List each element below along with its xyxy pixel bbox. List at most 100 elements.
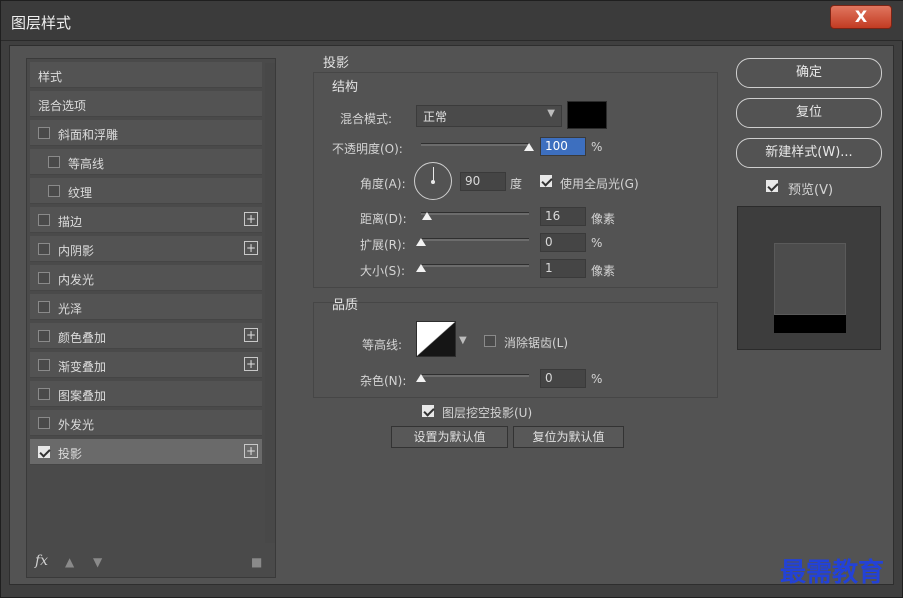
spread-slider[interactable] — [416, 238, 529, 246]
size-label: 大小(S): — [360, 264, 406, 278]
close-button[interactable]: X — [830, 5, 892, 29]
style-item-checkbox[interactable] — [38, 272, 50, 284]
antialias-label: 消除锯齿(L) — [504, 336, 569, 350]
use-global-light-checkbox[interactable] — [540, 175, 552, 187]
size-slider-thumb[interactable] — [416, 264, 426, 272]
set-default-button[interactable]: 设置为默认值 — [391, 426, 508, 448]
style-item-checkbox[interactable] — [38, 388, 50, 400]
style-item-checkbox[interactable] — [38, 127, 50, 139]
add-effect-plus-icon[interactable]: + — [244, 328, 258, 342]
add-effect-plus-icon[interactable]: + — [244, 212, 258, 226]
spread-label: 扩展(R): — [360, 238, 406, 252]
style-item-checkbox[interactable] — [48, 156, 60, 168]
angle-dial-center — [431, 180, 435, 184]
style-item-checkbox[interactable] — [38, 446, 50, 458]
style-item-label: 内阴影 — [58, 244, 95, 258]
style-item-checkbox[interactable] — [38, 359, 50, 371]
style-item-13[interactable]: 投影 + — [30, 439, 262, 465]
move-down-icon[interactable]: ▼ — [93, 555, 102, 569]
style-item-9[interactable]: 颜色叠加 + — [30, 323, 262, 349]
dialog-title: 图层样式 — [11, 14, 72, 32]
distance-slider-thumb[interactable] — [422, 212, 433, 220]
style-item-label: 外发光 — [58, 418, 95, 432]
add-effect-plus-icon[interactable]: + — [244, 241, 258, 255]
style-item-5[interactable]: 描边 + — [30, 207, 262, 233]
ok-button[interactable]: 确定 — [736, 58, 882, 88]
reset-button[interactable]: 复位 — [736, 98, 882, 128]
add-effect-plus-icon[interactable]: + — [244, 444, 258, 458]
style-item-2[interactable]: 斜面和浮雕 — [30, 120, 262, 146]
shadow-color-swatch[interactable] — [567, 101, 607, 129]
layer-knockout-label: 图层挖空投影(U) — [442, 406, 533, 420]
quality-title: 品质 — [332, 298, 359, 313]
distance-input[interactable]: 16 — [540, 207, 586, 226]
size-input[interactable]: 1 — [540, 259, 586, 278]
blend-mode-select[interactable]: 正常 ▼ — [416, 105, 562, 127]
style-item-label: 等高线 — [68, 157, 105, 171]
distance-slider[interactable] — [421, 212, 529, 220]
distance-label: 距离(D): — [360, 212, 407, 226]
style-item-checkbox[interactable] — [38, 243, 50, 255]
trash-icon[interactable]: ■ — [251, 555, 262, 569]
reset-default-button[interactable]: 复位为默认值 — [513, 426, 624, 448]
new-style-button[interactable]: 新建样式(W)... — [736, 138, 882, 168]
preview-label: 预览(V) — [788, 183, 834, 198]
style-item-label: 光泽 — [58, 302, 83, 316]
dialog-content: 样式混合选项斜面和浮雕等高线纹理描边 + 内阴影 + 内发光光泽颜色叠加 + 渐变叠加 + 图案… — [9, 45, 894, 585]
contour-label: 等高线: — [362, 338, 403, 352]
preview-checkbox[interactable] — [766, 180, 778, 192]
preview-swatch — [774, 243, 846, 315]
style-item-1[interactable]: 混合选项 — [30, 91, 262, 117]
chevron-down-icon: ▼ — [547, 108, 555, 119]
layer-style-dialog: 图层样式 X 样式混合选项斜面和浮雕等高线纹理描边 + 内阴影 + 内发光光泽颜色叠加 +… — [0, 0, 903, 598]
contour-chevron-down-icon[interactable]: ▼ — [459, 335, 467, 346]
opacity-label: 不透明度(O): — [332, 142, 403, 156]
angle-input[interactable]: 90 — [460, 172, 506, 191]
noise-slider-thumb[interactable] — [416, 374, 426, 382]
contour-picker[interactable] — [416, 321, 456, 357]
drop-shadow-title: 投影 — [323, 56, 350, 71]
style-item-checkbox[interactable] — [38, 214, 50, 226]
style-item-label: 混合选项 — [38, 99, 87, 113]
add-effect-plus-icon[interactable]: + — [244, 357, 258, 371]
styles-scrollbar[interactable] — [265, 63, 275, 543]
opacity-input[interactable]: 100 — [540, 137, 586, 156]
layer-knockout-checkbox[interactable] — [422, 405, 434, 417]
style-item-10[interactable]: 渐变叠加 + — [30, 352, 262, 378]
fx-menu-button[interactable]: fx — [35, 553, 48, 569]
style-item-label: 投影 — [58, 447, 83, 461]
spread-slider-thumb[interactable] — [416, 238, 426, 246]
style-item-4[interactable]: 纹理 — [30, 178, 262, 204]
opacity-slider[interactable] — [421, 143, 534, 151]
style-item-label: 内发光 — [58, 273, 95, 287]
noise-input[interactable]: 0 — [540, 369, 586, 388]
spread-input[interactable]: 0 — [540, 233, 586, 252]
style-item-checkbox[interactable] — [38, 330, 50, 342]
noise-slider[interactable] — [416, 374, 529, 382]
style-item-3[interactable]: 等高线 — [30, 149, 262, 175]
style-preview — [737, 206, 881, 350]
angle-unit: 度 — [510, 177, 523, 191]
move-up-icon[interactable]: ▲ — [65, 555, 74, 569]
style-item-11[interactable]: 图案叠加 — [30, 381, 262, 407]
angle-dial[interactable] — [414, 162, 452, 200]
style-item-label: 描边 — [58, 215, 83, 229]
style-item-checkbox[interactable] — [38, 301, 50, 313]
style-item-0[interactable]: 样式 — [30, 62, 262, 88]
style-item-12[interactable]: 外发光 — [30, 410, 262, 436]
antialias-checkbox[interactable] — [484, 335, 496, 347]
style-item-7[interactable]: 内发光 — [30, 265, 262, 291]
distance-unit: 像素 — [591, 212, 616, 226]
style-item-label: 样式 — [38, 70, 63, 84]
style-item-checkbox[interactable] — [38, 417, 50, 429]
size-slider[interactable] — [416, 264, 529, 272]
style-item-label: 渐变叠加 — [58, 360, 107, 374]
style-item-checkbox[interactable] — [48, 185, 60, 197]
style-item-6[interactable]: 内阴影 + — [30, 236, 262, 262]
opacity-unit: % — [591, 140, 603, 154]
style-item-8[interactable]: 光泽 — [30, 294, 262, 320]
opacity-slider-thumb[interactable] — [524, 143, 534, 151]
style-item-label: 斜面和浮雕 — [58, 128, 119, 142]
spread-unit: % — [591, 236, 603, 250]
angle-label: 角度(A): — [360, 177, 406, 191]
